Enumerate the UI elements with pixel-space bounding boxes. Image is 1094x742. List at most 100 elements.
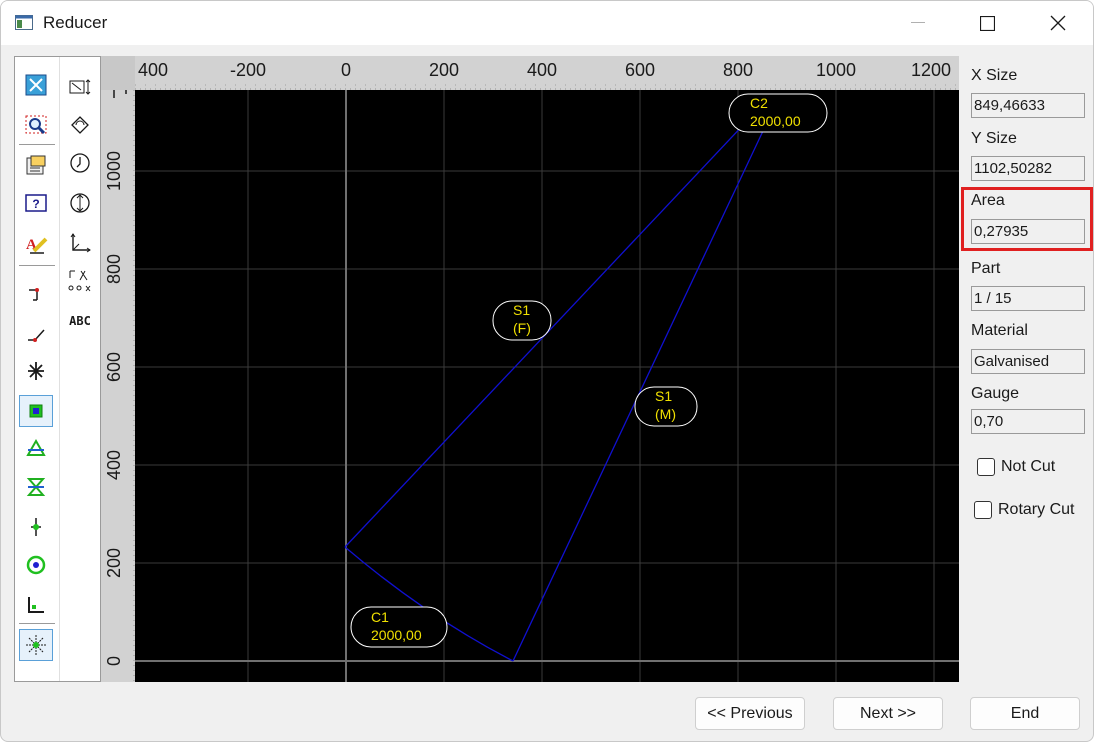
c2-label-name: C2 [750,95,768,111]
part-field[interactable]: 1 / 15 [971,286,1085,311]
rotary-cut-label: Rotary Cut [998,501,1075,518]
angled-line-icon [28,329,45,342]
corner-icon [28,597,44,613]
s1-f-label-side: (F) [513,320,531,336]
x-ruler-label: -200 [230,60,266,80]
c2-label-value: 2000,00 [750,113,801,129]
x-size-label: X Size [971,67,1018,84]
abc-text-icon: ABC [69,314,91,328]
y-ruler-label: 0 [104,656,124,666]
flip-button[interactable] [63,187,97,219]
toolbar-separator [19,144,55,148]
close-button[interactable] [1035,1,1081,45]
end-button[interactable]: End [970,697,1080,730]
minimize-button[interactable] [895,1,941,45]
zoom-extents-icon [25,74,47,96]
triangle-node-icon [26,438,46,456]
cross-node-button[interactable] [19,511,53,543]
gauge-field[interactable]: 0,70 [971,409,1085,434]
part-label: Part [971,260,1001,277]
node-square-icon [29,404,43,418]
rotate-icon [71,116,89,134]
x-ruler-label: 400 [138,60,168,80]
window-title: Reducer [43,13,108,32]
properties-icon [26,155,46,175]
target-node-button[interactable] [19,549,53,581]
step-line-button[interactable] [19,277,53,309]
x-ruler-label: 600 [625,60,655,80]
minimize-icon [911,22,925,23]
asterisk-icon [28,362,44,380]
triangle-node-button[interactable] [19,433,53,465]
clock-icon [70,153,90,173]
y-size-label: Y Size [971,130,1017,147]
maximize-button[interactable] [964,1,1010,45]
material-label: Material [971,322,1028,339]
abc-text-button[interactable]: ABC [63,305,97,337]
help-button[interactable]: ? [19,187,53,219]
hourglass-node-icon [26,478,46,496]
x-size-field[interactable]: 849,46633 [971,93,1085,118]
target-node-icon [26,555,46,575]
x-ruler-label: 0 [341,60,351,80]
dimension-button[interactable] [63,265,97,297]
x-ruler-label: 1200 [911,60,951,80]
y-ruler-label: 1000 [104,151,124,191]
x-ruler-label: 200 [429,60,459,80]
y-ruler-label: 200 [104,548,124,578]
c1-label-value: 2000,00 [371,627,422,643]
next-button[interactable]: Next >> [833,697,943,730]
zoom-window-icon [25,115,47,135]
title-bar[interactable]: Reducer [1,1,1093,45]
axes-icon [70,233,91,253]
tool-palette: ? A ABC [14,56,101,682]
material-field[interactable]: Galvanised [971,349,1085,374]
rotate-button[interactable] [63,109,97,141]
snap-star-button[interactable] [19,629,53,661]
reducer-dialog: Reducer ? A ABC 400 -200 0 200 400 600 8… [0,0,1094,742]
x-ruler-label: 1000 [816,60,856,80]
text-style-button[interactable]: A [19,227,53,259]
hourglass-node-button[interactable] [19,471,53,503]
y-ruler-label: 800 [104,254,124,284]
properties-button[interactable] [19,149,53,181]
previous-button[interactable]: << Previous [695,697,805,730]
checkbox-box[interactable] [974,501,992,519]
not-cut-label: Not Cut [1001,458,1056,475]
snap-star-icon [26,635,46,655]
node-square-button[interactable] [19,395,53,427]
app-window-icon [15,15,33,30]
y-ruler-label: 600 [104,352,124,382]
clock-button[interactable] [63,147,97,179]
y-size-field[interactable]: 1102,50282 [971,156,1085,181]
plot-area [135,90,959,682]
s1-m-label-name: S1 [655,388,672,404]
zoom-extents-button[interactable] [19,69,53,101]
gauge-label: Gauge [971,385,1020,402]
rotary-cut-checkbox[interactable]: Rotary Cut [974,501,1074,519]
not-cut-checkbox[interactable]: Not Cut [977,458,1055,476]
zoom-window-button[interactable] [19,109,53,141]
flip-icon [70,193,90,213]
toolbar-separator [19,265,55,269]
resize-icon [69,79,91,95]
angled-line-button[interactable] [19,317,53,349]
close-icon [1050,15,1066,31]
area-field[interactable]: 0,27935 [971,219,1085,244]
s1-m-label-side: (M) [655,406,676,422]
corner-button[interactable] [19,589,53,621]
dimension-icon [68,270,91,292]
checkbox-box[interactable] [977,458,995,476]
text-style-icon: A [26,237,48,254]
maximize-icon [979,15,995,31]
y-ruler-label: 400 [104,450,124,480]
help-icon: ? [25,194,47,212]
svg-text:?: ? [32,197,39,211]
toolbar-separator [19,623,55,627]
drawing-canvas[interactable]: 400 -200 0 200 400 600 800 1000 1200 0 2… [101,56,959,682]
axes-button[interactable] [63,227,97,259]
asterisk-button[interactable] [19,355,53,387]
toolbar-divider [59,57,60,681]
resize-button[interactable] [63,71,97,103]
x-ruler-label: 800 [723,60,753,80]
